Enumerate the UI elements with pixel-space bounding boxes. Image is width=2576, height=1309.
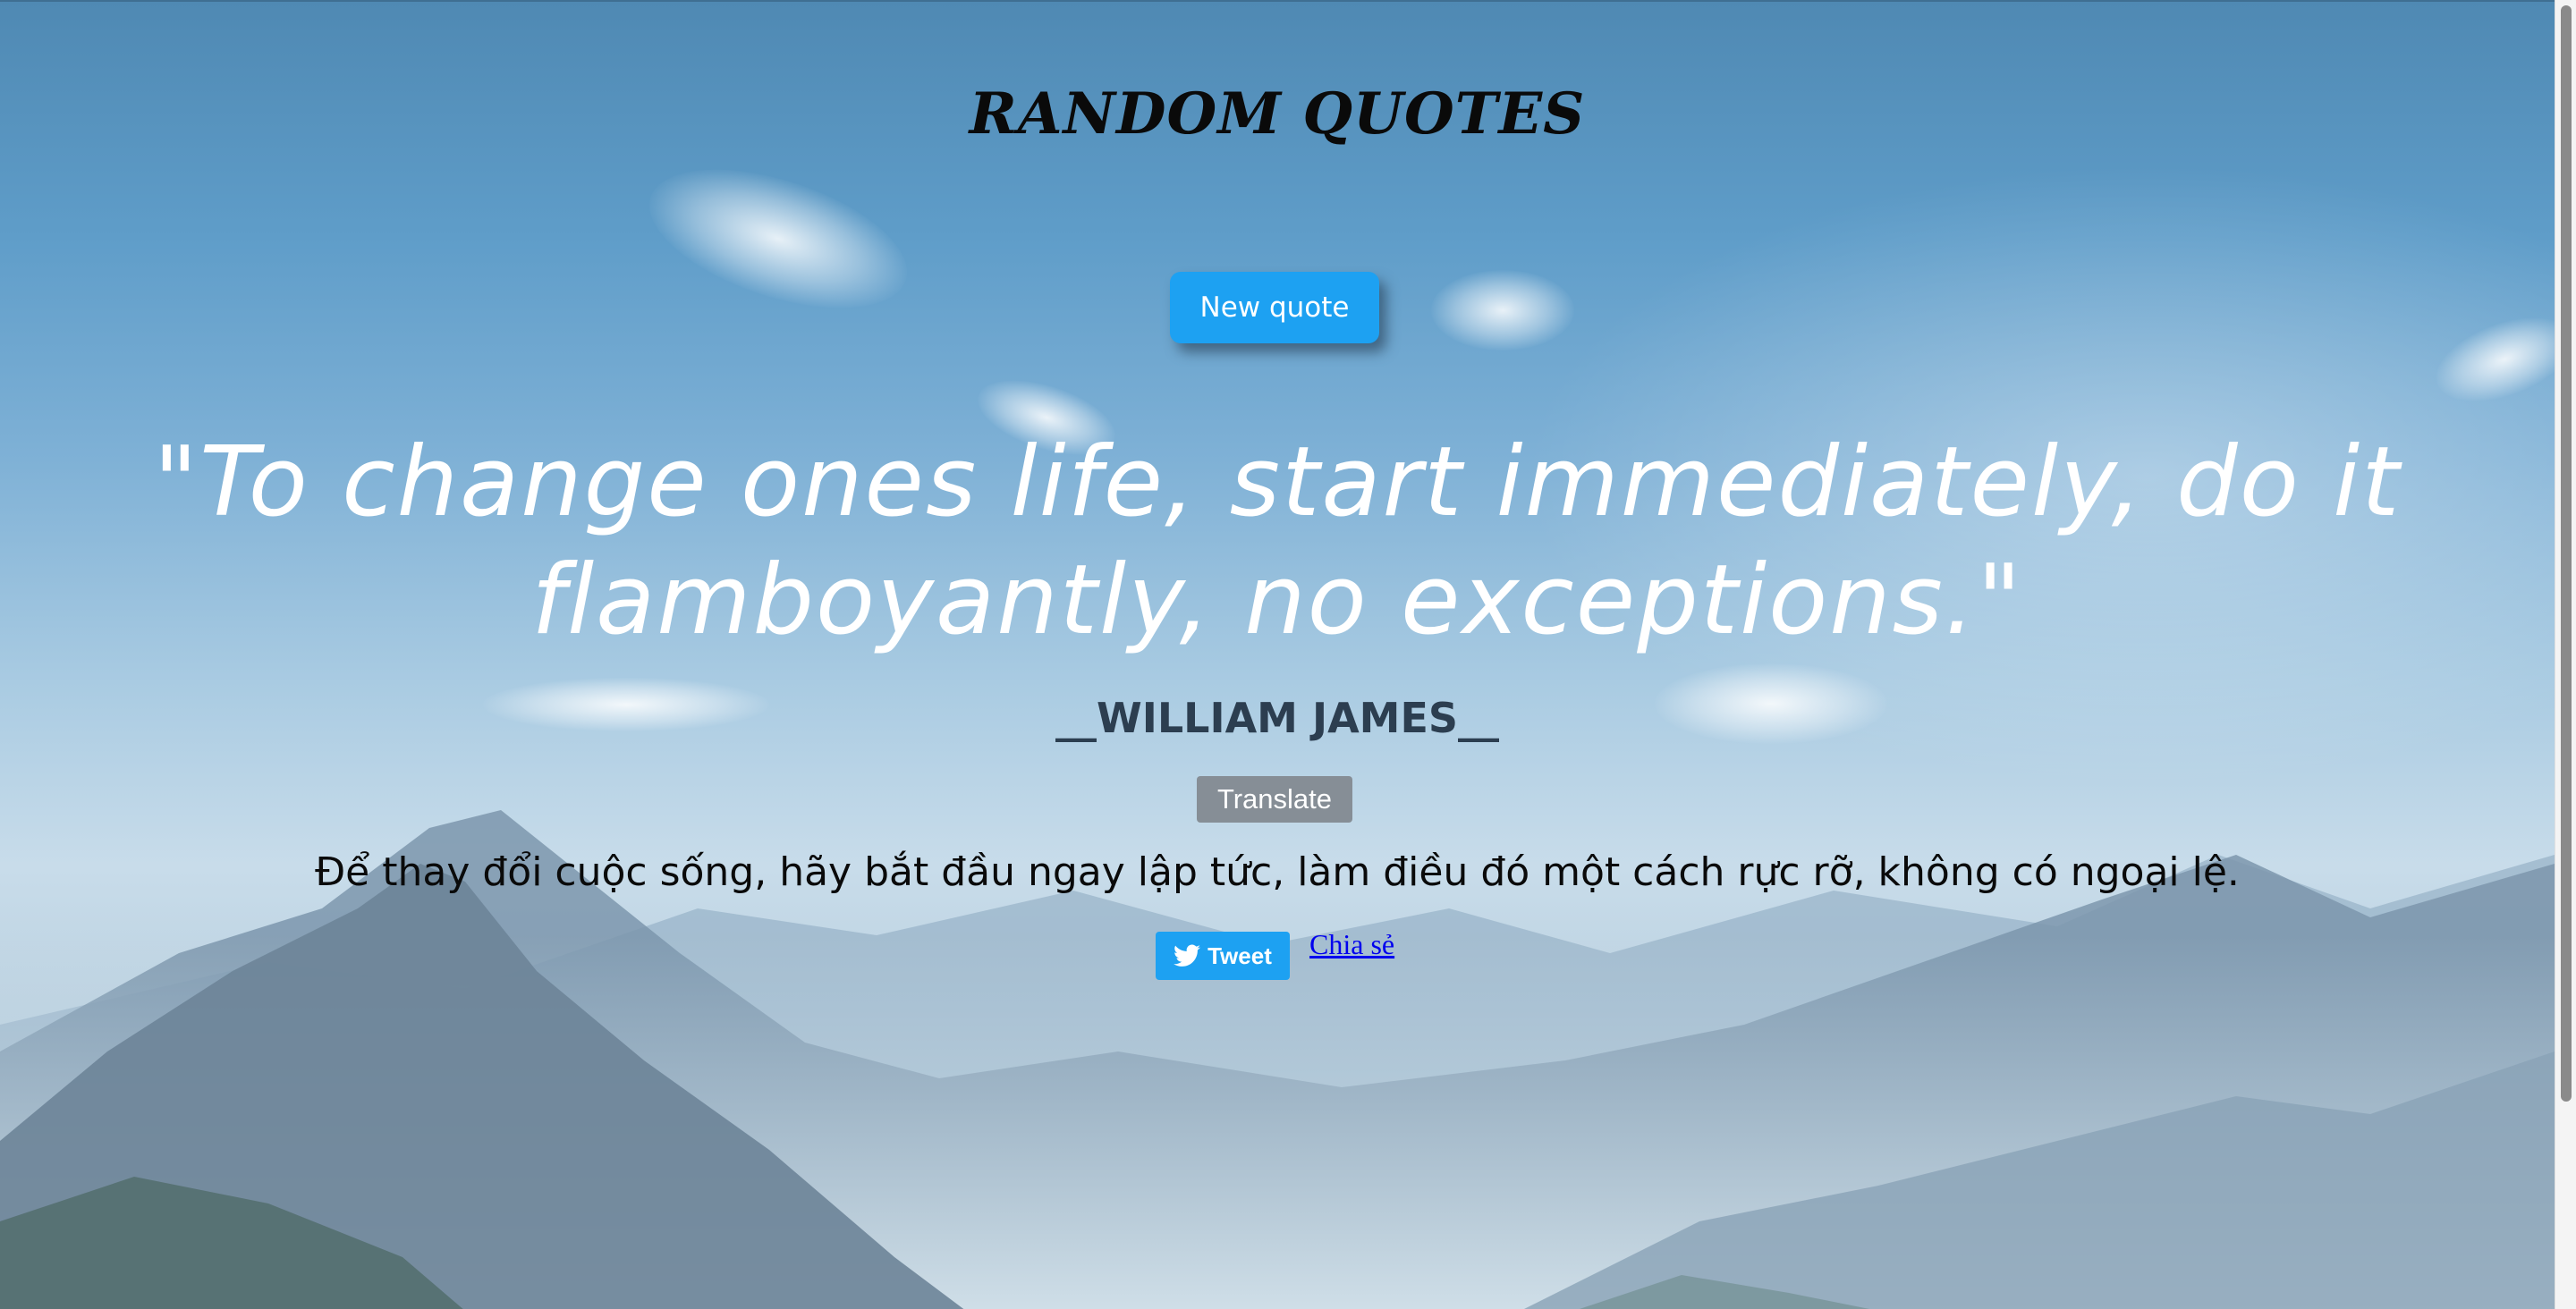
share-link[interactable]: Chia sẻ — [1309, 928, 1394, 961]
cloud — [632, 141, 924, 336]
quote-author: __WILLIAM JAMES__ — [1055, 694, 1500, 742]
vertical-scrollbar[interactable] — [2555, 0, 2576, 1309]
quote-text: "To change ones life, start immediately,… — [153, 426, 2402, 656]
tweet-button[interactable]: Tweet — [1156, 932, 1290, 980]
translate-button[interactable]: Translate — [1197, 776, 1352, 823]
scrollbar-thumb[interactable] — [2561, 5, 2572, 1102]
mountain-landscape — [0, 810, 2555, 1309]
cloud — [1431, 270, 1574, 350]
new-quote-button[interactable]: New quote — [1170, 272, 1379, 343]
page-background: RANDOM QUOTES New quote "To change ones … — [0, 0, 2555, 1309]
tweet-button-label: Tweet — [1208, 942, 1272, 969]
page-title: RANDOM QUOTES — [969, 80, 1586, 148]
translated-quote: Để thay đổi cuộc sống, hãy bắt đầu ngay … — [315, 849, 2240, 895]
twitter-bird-icon — [1174, 944, 1201, 967]
